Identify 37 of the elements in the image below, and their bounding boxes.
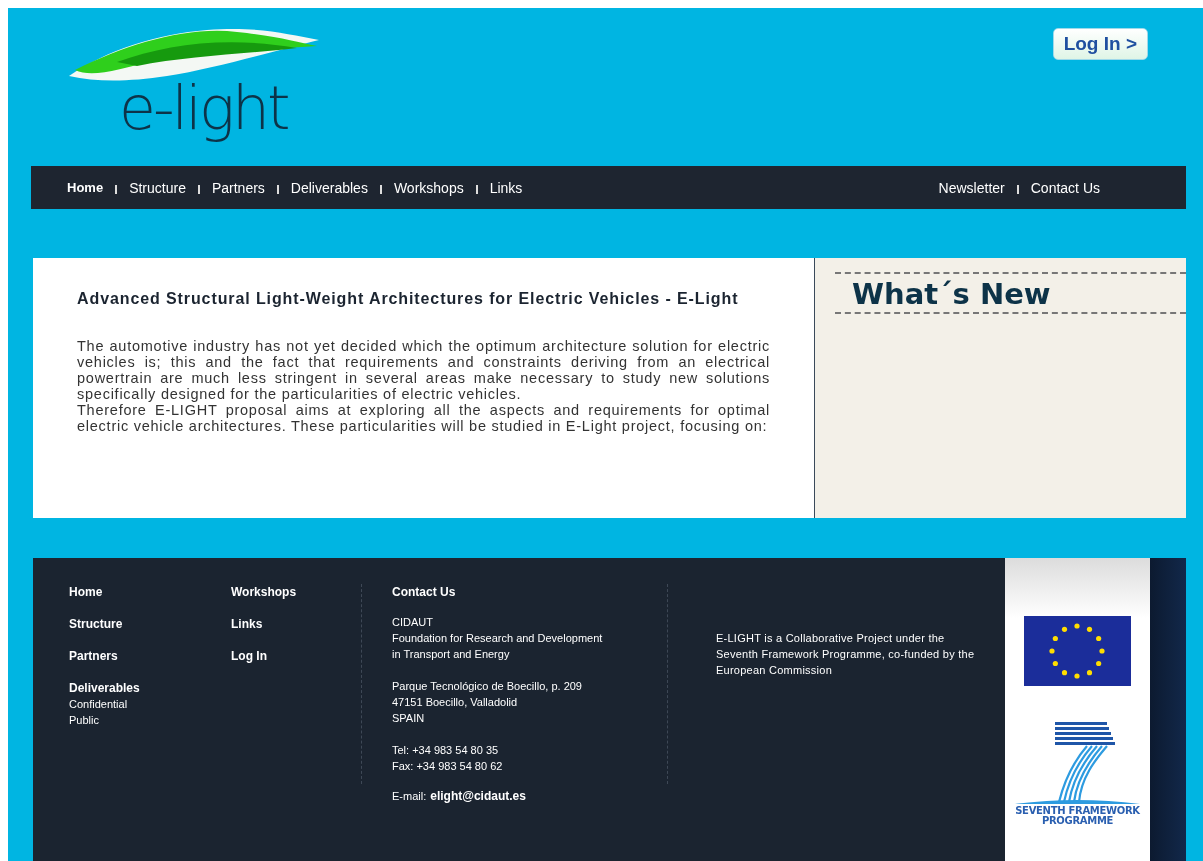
footer-link[interactable]: Home xyxy=(69,584,231,600)
article-paragraph: The automotive industry has not yet decided which the optimum architecture solution for electric vehicles is; this and the fact that requirements and constraints deriving from an electrical powertrain are much less stringent in several areas make necessary to study new solutions specifically designed for the particularities of electric vehicles. xyxy=(77,338,770,402)
nav-link[interactable]: Deliverables xyxy=(290,179,368,196)
contact-line: Parque Tecnológico de Boecillo, p. 209 xyxy=(392,679,583,694)
email-label: E-mail: xyxy=(392,789,427,804)
nav-link[interactable]: Workshops xyxy=(393,179,464,196)
contact-title: Contact Us xyxy=(392,584,457,600)
contact-line: in Transport and Energy xyxy=(392,647,511,662)
article-paragraph: Therefore E-LIGHT proposal aims at exploring all the aspects and requirements for optimal electric vehicle architectures. These particularities will be studied in E-Light project, focusing on: xyxy=(77,402,770,434)
programme-caption: PROGRAMME xyxy=(1041,816,1114,826)
contact-line: Tel: +34 983 54 80 35 xyxy=(392,743,500,758)
contact-line: SPAIN xyxy=(392,711,426,726)
nav-link[interactable]: Partners xyxy=(211,179,265,196)
contact-line: 47151 Boecillo, Valladolid xyxy=(392,695,519,710)
article-title: Advanced Structural Light-Weight Architectures for Electric Vehicles - E-Light xyxy=(77,289,740,309)
nav-link[interactable]: Newsletter xyxy=(938,179,1005,196)
footer-sublink[interactable]: Public xyxy=(69,712,231,728)
footer-link[interactable]: Log In xyxy=(231,648,361,664)
email-link[interactable]: elight@cidaut.es xyxy=(430,789,526,803)
eu-flag-icon xyxy=(1024,616,1131,686)
nav-link[interactable]: Home xyxy=(67,180,104,195)
footer-link[interactable]: Partners xyxy=(69,648,231,664)
login-button[interactable]: Log In > xyxy=(1052,28,1148,60)
contact-line: Fax: +34 983 54 80 62 xyxy=(392,759,504,774)
project-note: E-LIGHT is a Collaborative Project under the Seventh Framework Programme, co-funded by the European Commission xyxy=(716,631,976,678)
footer-link[interactable]: Links xyxy=(231,616,361,632)
whats-new-title: What´s New xyxy=(835,272,1186,314)
nav-link[interactable]: Structure xyxy=(129,179,186,196)
contact-line: Foundation for Research and Development xyxy=(392,631,604,646)
footer-link[interactable]: Structure xyxy=(69,616,231,632)
contact-line: CIDAUT xyxy=(392,615,434,630)
footer-sublink[interactable]: Confidential xyxy=(69,696,231,712)
programme-caption: SEVENTH FRAMEWORK xyxy=(1015,806,1140,816)
footer-link[interactable]: Workshops xyxy=(231,584,361,600)
nav-link[interactable]: Links xyxy=(489,179,523,196)
nav-link[interactable]: Contact Us xyxy=(1030,179,1100,196)
footer-link[interactable]: Deliverables xyxy=(69,680,231,696)
